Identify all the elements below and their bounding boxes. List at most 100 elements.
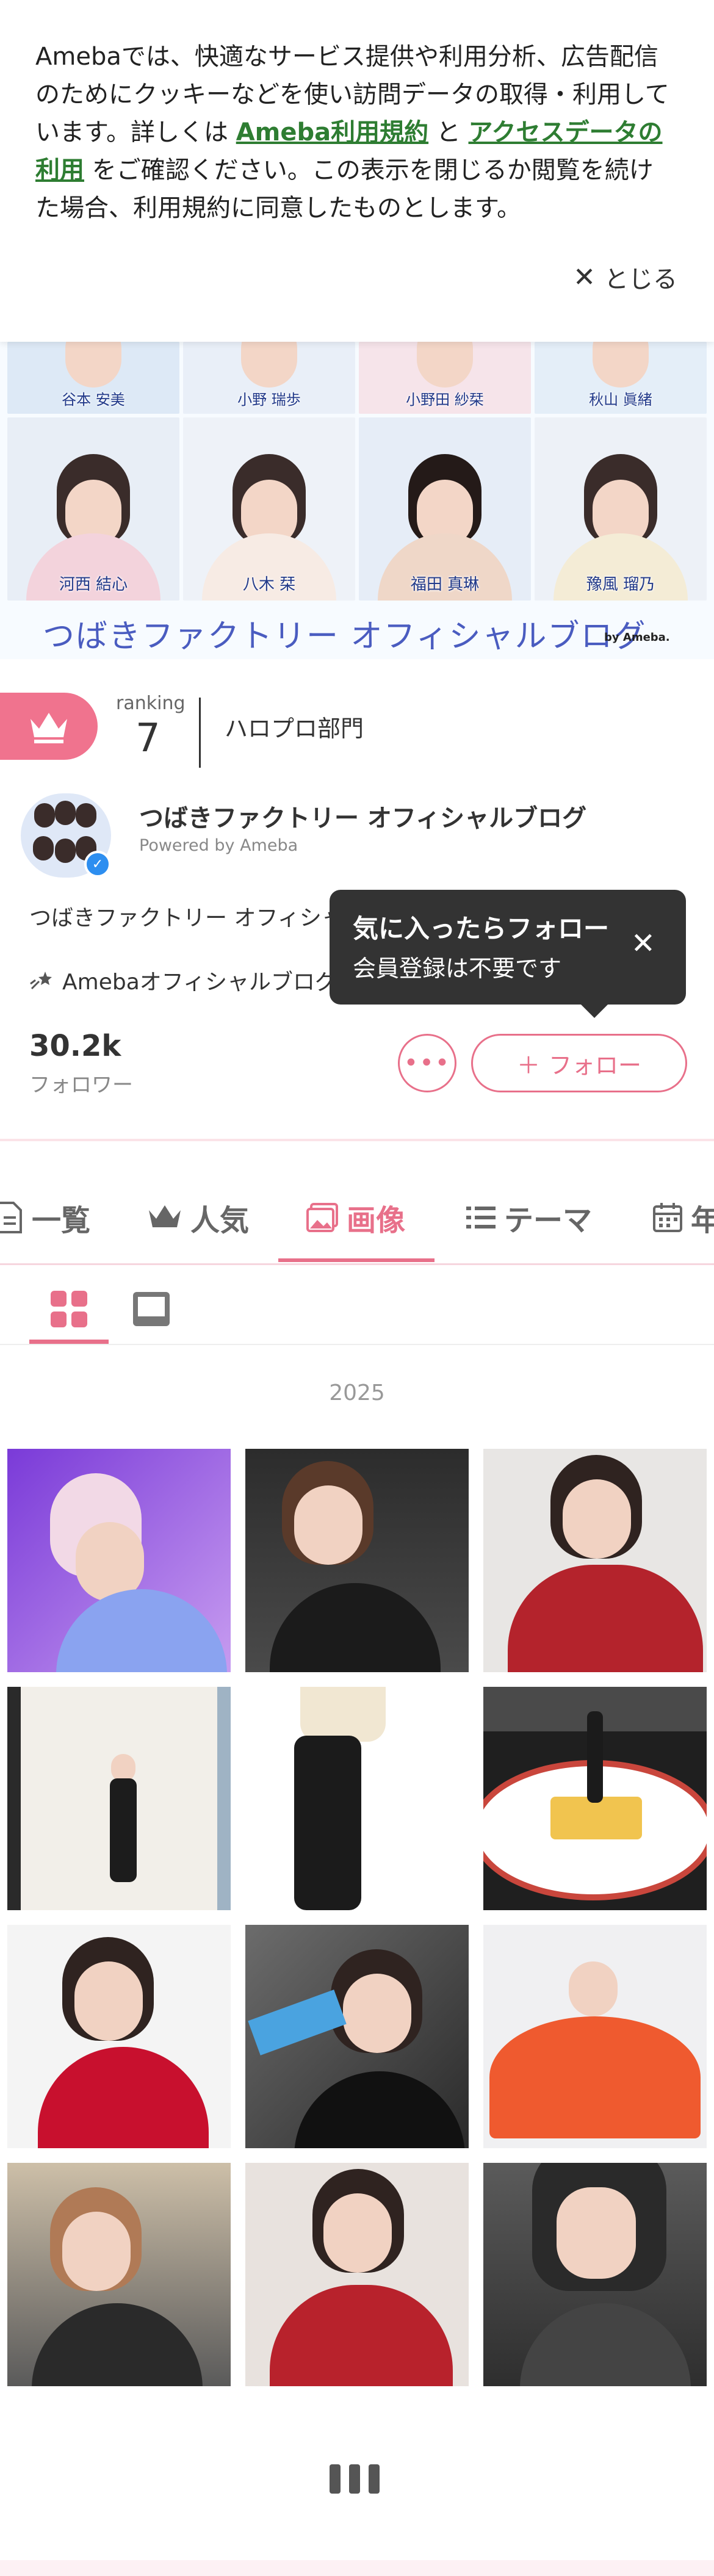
crown-icon [31, 713, 67, 743]
tooltip-close-icon[interactable]: ✕ [631, 926, 655, 961]
member-name: 豫風 瑠乃 [586, 575, 655, 594]
tab-popular[interactable]: 人気 [146, 1172, 249, 1263]
image-thumbnail[interactable] [245, 1449, 469, 1672]
member-name: 谷本 安美 [62, 391, 125, 408]
official-blog-label: Amebaオフィシャルブログ [29, 964, 337, 996]
banner-title: つばきファクトリー オフィシャルブログ [43, 618, 647, 655]
cookie-close-label: とじる [604, 265, 677, 294]
cookie-banner: Amebaでは、快適なサービス提供や利用分析、広告配信のためにクッキーなどを使い… [0, 0, 714, 342]
photo-figure-body [520, 2303, 691, 2386]
image-thumbnail[interactable] [7, 1925, 231, 2148]
portrait-face [593, 342, 649, 388]
photo-figure-body [110, 1778, 137, 1882]
crown-icon [149, 1205, 181, 1227]
official-blog-text: Amebaオフィシャルブログ [62, 970, 337, 995]
tab-year[interactable]: 年 [652, 1172, 714, 1263]
ranking-number: 7 [135, 716, 160, 761]
ameba-logo: by Ameba. [604, 631, 670, 644]
more-options-button[interactable]: ••• [398, 1034, 456, 1092]
member-portrait: 小野 瑞歩 [183, 342, 355, 414]
image-thumbnail[interactable] [483, 1925, 707, 2148]
member-name: 秋山 眞緒 [589, 391, 652, 408]
photo-figure-face [557, 2187, 636, 2279]
ranking-department: ハロプロ部門 [225, 715, 364, 742]
photo-figure-face [343, 1974, 411, 2053]
tabs-divider [0, 1263, 714, 1265]
avatar-figure [34, 803, 55, 828]
photo-figure-body [270, 1583, 441, 1672]
member-portrait: 谷本 安美 [7, 342, 179, 414]
photo-prop [248, 1990, 347, 2055]
member-portrait: 福田 真琳 [359, 417, 531, 601]
image-grid [7, 1449, 707, 2386]
portrait-face [417, 342, 473, 388]
avatar-figure [76, 803, 96, 828]
follower-count: 30.2k [29, 1029, 121, 1063]
member-portrait: 八木 栞 [183, 417, 355, 601]
member-name: 河西 結心 [59, 575, 128, 594]
loading-bar [349, 2464, 360, 2494]
image-thumbnail[interactable] [245, 1687, 469, 1910]
photo-dress [489, 2016, 701, 2138]
photo-figure-face [294, 1485, 362, 1565]
document-icon [0, 1202, 22, 1233]
portrait-face [241, 342, 297, 388]
tooltip-title: 気に入ったらフォロー [353, 914, 610, 943]
close-icon: ✕ [573, 261, 596, 293]
member-portrait: 小野田 紗栞 [359, 342, 531, 414]
photo-figure-body [587, 1711, 603, 1803]
blog-tabs: 一覧 人気 画像 テーマ 年 [0, 1172, 714, 1263]
photo-figure-body [508, 1565, 703, 1672]
tab-label: テーマ [504, 1203, 593, 1238]
tab-label: 年 [691, 1203, 714, 1238]
member-name: 小野田 紗栞 [406, 391, 484, 408]
tab-theme[interactable]: テーマ [465, 1172, 592, 1263]
blog-header: ✓ つばきファクトリー オフィシャルブログ Powered by Ameba [0, 793, 714, 885]
photo-figure-body [294, 1736, 361, 1910]
ranking-divider [199, 698, 201, 768]
grid-view-button[interactable] [29, 1275, 109, 1343]
photo-figure-face [74, 1961, 143, 2041]
blog-title[interactable]: つばきファクトリー オフィシャルブログ [139, 798, 586, 834]
image-thumbnail[interactable] [483, 2163, 707, 2386]
crown-badge [0, 693, 98, 760]
photo-figure-face [323, 2193, 392, 2273]
tab-images[interactable]: 画像 [305, 1172, 405, 1263]
portrait-face [65, 342, 121, 388]
follow-tooltip: 気に入ったらフォロー 会員登録は不要です ✕ [330, 890, 686, 1018]
follow-button[interactable]: ＋ フォロー [471, 1034, 687, 1092]
section-divider [0, 1139, 714, 1141]
member-name: 福田 真琳 [410, 575, 480, 594]
terms-link[interactable]: Ameba利用規約 [236, 118, 428, 146]
image-thumbnail[interactable] [483, 1687, 707, 1910]
tab-label: 人気 [190, 1203, 250, 1238]
tab-list[interactable]: 一覧 [0, 1172, 90, 1263]
powered-by-text: Powered by Ameba [139, 836, 298, 855]
calendar-icon [653, 1203, 682, 1232]
image-thumbnail[interactable] [483, 1449, 707, 1672]
cookie-close-button[interactable]: ✕ とじる [573, 259, 677, 295]
toggle-divider [0, 1344, 714, 1345]
loading-bar [369, 2464, 380, 2494]
single-view-button[interactable] [121, 1275, 182, 1343]
banner-top-row: 谷本 安美 小野 瑞歩 小野田 紗栞 秋山 眞緒 [7, 342, 707, 414]
verified-badge-icon: ✓ [84, 851, 111, 878]
image-thumbnail[interactable] [7, 2163, 231, 2386]
member-portrait: 豫風 瑠乃 [535, 417, 707, 601]
avatar-figure [33, 836, 54, 860]
image-thumbnail[interactable] [245, 2163, 469, 2386]
photo-figure-face [563, 1479, 631, 1559]
image-thumbnail[interactable] [245, 1925, 469, 2148]
tab-label: 画像 [347, 1203, 406, 1238]
photo-figure-face [569, 1961, 618, 2016]
avatar-figure [55, 839, 76, 863]
photo-figure-body [56, 1589, 227, 1672]
photo-figure-face [62, 2212, 131, 2291]
avatar-figure [55, 801, 76, 825]
image-thumbnail[interactable] [7, 1449, 231, 1672]
photo-figure-top [300, 1687, 386, 1742]
image-thumbnail[interactable] [7, 1687, 231, 1910]
loading-indicator [330, 2464, 380, 2494]
plus-icon: ＋ [516, 1052, 540, 1079]
ranking-section[interactable]: ranking 7 ハロプロ部門 [0, 693, 714, 772]
